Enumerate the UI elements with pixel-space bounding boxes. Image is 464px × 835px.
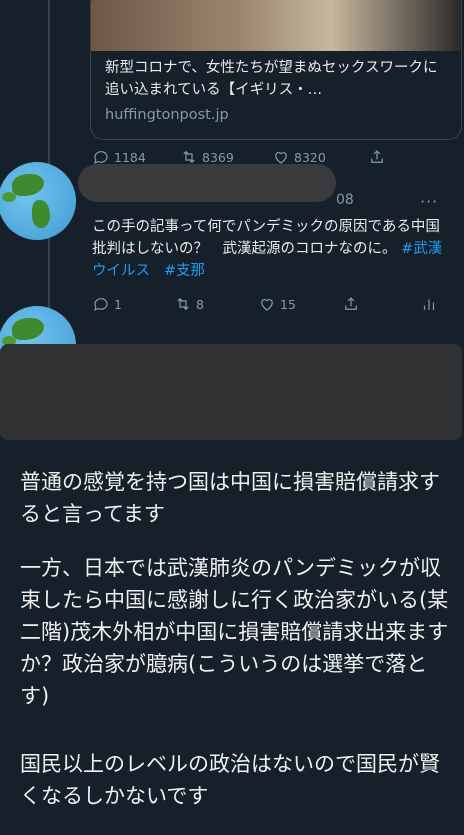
like-icon <box>261 299 273 311</box>
retweet-icon <box>177 297 189 311</box>
like-button[interactable]: 15 <box>258 295 296 313</box>
hashtag-link[interactable]: #支那 <box>164 263 205 279</box>
redacted-reply-header <box>0 344 462 440</box>
tweet-body: この手の記事って何でパンデミックの原因である中国批判はしないの？ 武漢起源のコロ… <box>92 219 440 257</box>
tweet2-action-bar: 1 8 15 <box>92 295 442 315</box>
retweet-count: 8 <box>196 296 204 312</box>
retweet-button[interactable]: 8 <box>174 295 204 313</box>
like-count: 15 <box>280 296 296 312</box>
reply-paragraph: 普通の感覚を持つ国は中国に損害賠償請求すると言ってます <box>20 470 440 526</box>
globe-avatar[interactable] <box>0 162 76 240</box>
reply-count: 1 <box>114 296 122 312</box>
share-button[interactable] <box>368 148 386 166</box>
link-card-image <box>91 0 461 51</box>
share-icon <box>345 297 357 310</box>
tweet-timestamp[interactable]: 08 <box>336 192 354 208</box>
analytics-icon <box>423 299 435 310</box>
share-button[interactable] <box>342 295 360 313</box>
link-card-domain: huffingtonpost.jp <box>105 107 229 123</box>
analytics-button[interactable] <box>420 295 438 313</box>
like-count: 8320 <box>294 149 326 165</box>
link-card-title: 新型コロナで、女性たちが望まぬセックスワークに追い込まれている【イギリス・… <box>105 60 438 98</box>
tweet-text: この手の記事って何でパンデミックの原因である中国批判はしないの？ 武漢起源のコロ… <box>92 216 452 282</box>
more-icon[interactable]: ··· <box>420 192 438 211</box>
reply-count: 1184 <box>114 149 146 165</box>
reply-paragraph: 一方、日本では武漢肺炎のパンデミックが収束したら中国に感謝しに行く政治家がいる(… <box>20 556 449 708</box>
retweet-count: 8369 <box>202 149 234 165</box>
reply-icon <box>94 298 108 312</box>
reply-paragraph: 国民以上のレベルの政治はないので国民が賢くなるしかないです <box>20 752 440 808</box>
link-card[interactable]: 新型コロナで、女性たちが望まぬセックスワークに追い込まれている【イギリス・… h… <box>90 0 462 140</box>
reply-button[interactable]: 1 <box>92 295 122 313</box>
share-icon <box>371 150 383 163</box>
redacted-username <box>78 164 336 202</box>
